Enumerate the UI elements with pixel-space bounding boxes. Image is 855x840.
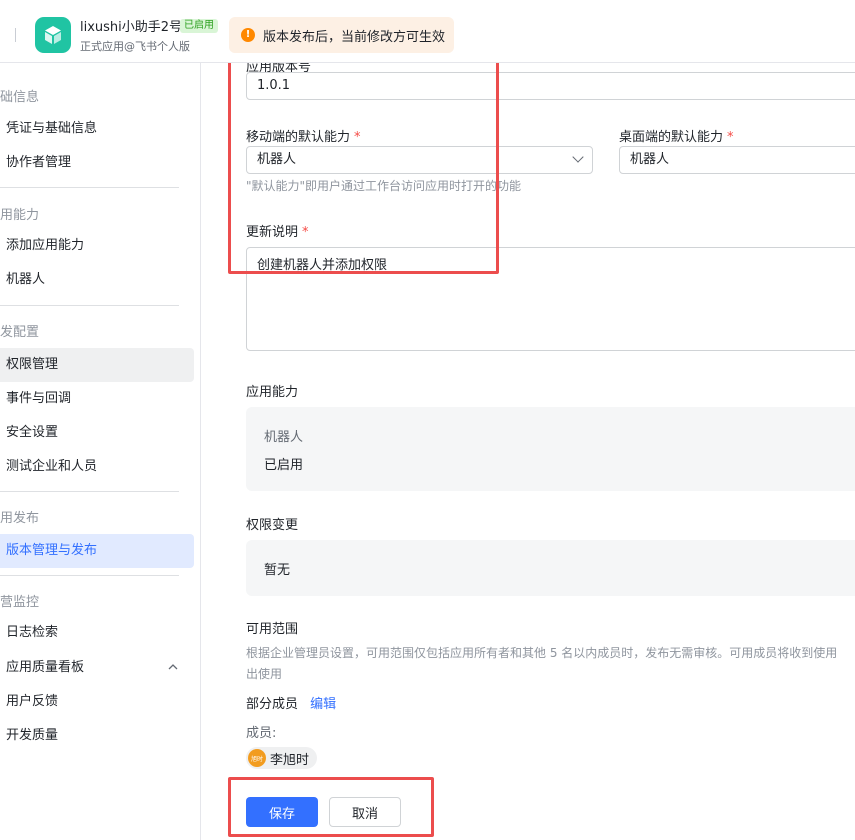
sidebar: 础信息 凭证与基础信息 协作者管理 用能力 添加应用能力 机器人 发配置 权限管…	[0, 63, 201, 840]
sidebar-group-monitor: 营监控	[0, 595, 40, 610]
sidebar-item-events[interactable]: 事件与回调	[0, 382, 194, 416]
desktop-default-label: 桌面端的默认能力 *	[619, 126, 734, 145]
desktop-default-label-text: 桌面端的默认能力	[619, 130, 724, 145]
app-name: lixushi小助手2号	[80, 20, 183, 35]
sidebar-divider	[0, 491, 179, 492]
avatar: 旭时	[248, 749, 266, 767]
members-label: 成员:	[246, 726, 277, 741]
desktop-default-value: 机器人	[630, 152, 670, 167]
cube-icon	[45, 26, 61, 44]
sidebar-group-dev-config: 发配置	[0, 325, 40, 340]
sidebar-item-add-capability[interactable]: 添加应用能力	[0, 229, 194, 263]
scope-hint-line1: 根据企业管理员设置，可用范围仅包括应用所有者和其他 5 名以内成员时，发布无需审…	[246, 646, 838, 660]
chevron-up-icon[interactable]	[168, 661, 178, 674]
sidebar-item-permissions[interactable]: 权限管理	[0, 348, 194, 382]
desktop-default-select[interactable]: 机器人	[619, 146, 855, 174]
main-content: 应用版本号 1.0.1 移动端的默认能力 * 机器人 桌面端的默认能力 * 机器人 …	[202, 63, 855, 840]
sidebar-item-log-search[interactable]: 日志检索	[0, 616, 194, 650]
scope-label: 可用范围	[246, 622, 299, 637]
app-capability-panel: 机器人 已启用	[246, 407, 855, 491]
permission-change-value: 暂无	[264, 563, 291, 578]
sidebar-group-release: 用发布	[0, 511, 40, 526]
sidebar-item-version-release[interactable]: 版本管理与发布	[0, 534, 194, 568]
capability-name: 机器人	[264, 430, 304, 445]
status-badge: 已启用	[180, 19, 218, 33]
release-notice-text: 版本发布后，当前修改方可生效	[263, 29, 446, 45]
app-capability-label: 应用能力	[246, 385, 299, 400]
required-mark: *	[727, 130, 734, 145]
highlight-box-buttons	[228, 777, 434, 837]
highlight-box-form	[228, 63, 499, 274]
sidebar-group-basic: 础信息	[0, 90, 40, 105]
header-divider	[15, 28, 16, 42]
edit-scope-link[interactable]: 编辑	[310, 697, 336, 712]
app-subtitle: 正式应用@飞书个人版	[80, 40, 190, 53]
partial-members-row: 部分成员 编辑	[246, 693, 336, 712]
sidebar-divider	[0, 305, 179, 306]
partial-members-text: 部分成员	[246, 697, 299, 712]
sidebar-item-feedback[interactable]: 用户反馈	[0, 685, 194, 719]
sidebar-item-test-enterprise[interactable]: 测试企业和人员	[0, 450, 194, 484]
sidebar-group-capability: 用能力	[0, 208, 40, 223]
sidebar-item-dev-quality[interactable]: 开发质量	[0, 719, 194, 753]
sidebar-divider	[0, 575, 179, 576]
sidebar-item-bot[interactable]: 机器人	[0, 263, 194, 297]
app-logo	[35, 17, 71, 53]
sidebar-item-collaborators[interactable]: 协作者管理	[0, 146, 194, 180]
permission-change-panel: 暂无	[246, 540, 855, 596]
warning-icon: !	[241, 28, 255, 42]
sidebar-item-quality-board[interactable]: 应用质量看板	[0, 651, 194, 685]
release-notice: ! 版本发布后，当前修改方可生效	[229, 17, 454, 53]
scope-hint-line2: 出使用	[246, 667, 283, 681]
member-chip: 旭时 李旭时	[246, 747, 318, 769]
permission-change-label: 权限变更	[246, 518, 299, 533]
sidebar-item-security[interactable]: 安全设置	[0, 416, 194, 450]
member-name: 李旭时	[270, 752, 310, 768]
sidebar-item-label: 应用质量看板	[6, 660, 85, 675]
sidebar-divider	[0, 187, 179, 188]
sidebar-item-credentials[interactable]: 凭证与基础信息	[0, 112, 194, 146]
top-bar: lixushi小助手2号 已启用 正式应用@飞书个人版 ! 版本发布后，当前修改…	[0, 0, 855, 63]
capability-status: 已启用	[264, 458, 304, 473]
chevron-down-icon	[572, 151, 584, 163]
